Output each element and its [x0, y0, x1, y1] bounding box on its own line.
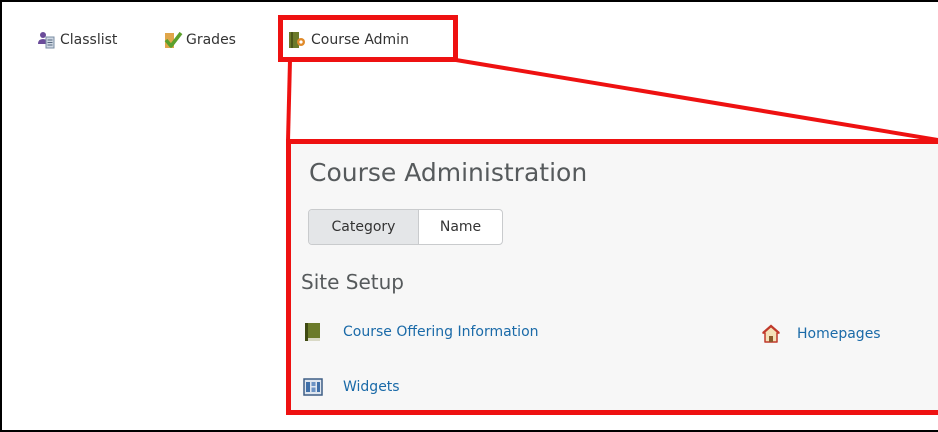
- house-icon: [761, 324, 781, 344]
- nav-item-label: Grades: [186, 32, 236, 48]
- course-administration-panel: Course Administration Category Name Site…: [286, 139, 938, 415]
- course-admin-highlight-box: [278, 15, 458, 62]
- page-title: Course Administration: [309, 158, 588, 187]
- view-toggle-category-button[interactable]: Category: [309, 210, 419, 244]
- view-toggle: Category Name: [308, 209, 503, 245]
- widgets-link[interactable]: Widgets: [303, 377, 400, 397]
- homepages-link[interactable]: Homepages: [761, 324, 881, 344]
- tool-link-label: Widgets: [343, 379, 400, 395]
- grades-checkmark-icon: [163, 31, 183, 49]
- section-heading-site-setup: Site Setup: [301, 270, 404, 294]
- nav-item-label: Classlist: [60, 32, 118, 48]
- course-offering-information-link[interactable]: Course Offering Information: [303, 322, 539, 342]
- classlist-icon: [37, 31, 55, 49]
- tool-link-label: Course Offering Information: [343, 324, 539, 340]
- green-book-icon: [303, 322, 323, 342]
- widgets-grid-icon: [303, 377, 323, 397]
- nav-item-grades[interactable]: Grades: [163, 29, 236, 51]
- tool-link-label: Homepages: [797, 326, 881, 342]
- nav-item-classlist[interactable]: Classlist: [37, 29, 117, 51]
- view-toggle-name-button[interactable]: Name: [419, 210, 502, 244]
